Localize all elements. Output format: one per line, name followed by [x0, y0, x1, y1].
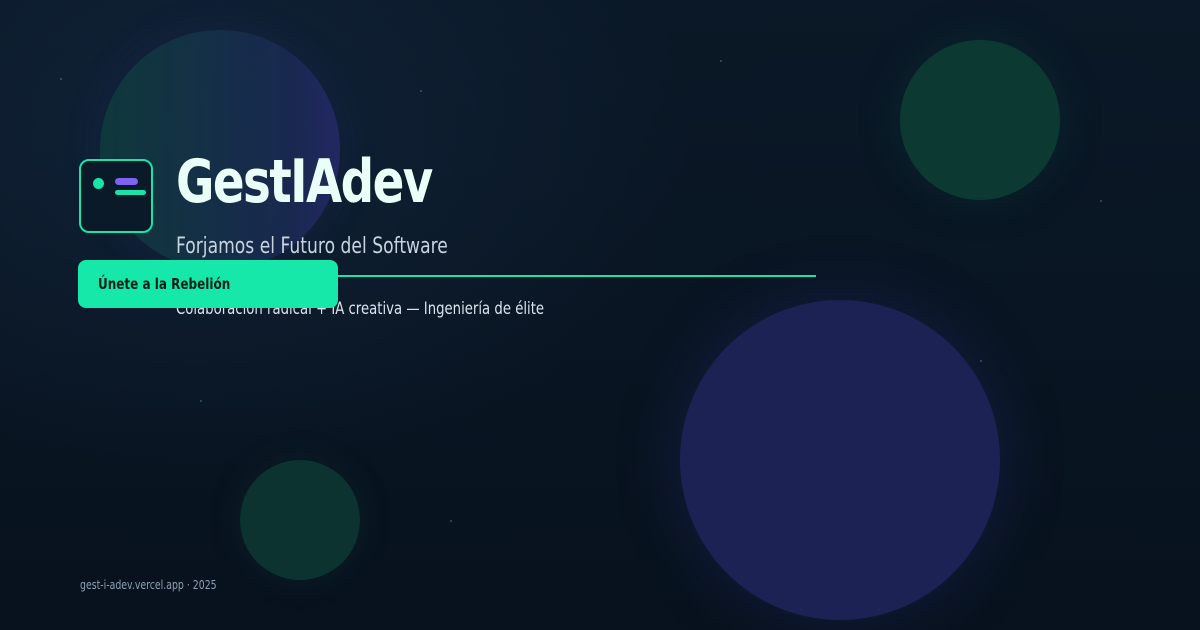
background-star	[1100, 200, 1102, 202]
app-title: GestIAdev	[176, 147, 433, 217]
background-star	[420, 90, 422, 92]
background-star	[200, 400, 202, 402]
logo-bar	[115, 178, 138, 185]
logo-icon	[79, 159, 153, 233]
hero-banner: GestIAdev Forjamos el Futuro del Softwar…	[0, 0, 1200, 630]
logo-bar	[115, 190, 146, 195]
background-orb	[680, 300, 1000, 620]
background-star	[720, 60, 722, 62]
footer-url: gest-i-adev.vercel.app · 2025	[80, 578, 217, 592]
tagline: Forjamos el Futuro del Software	[176, 234, 448, 259]
logo-dot	[93, 178, 104, 189]
background-orb	[240, 460, 360, 580]
background-orb	[900, 40, 1060, 200]
background-star	[450, 520, 452, 522]
background-star	[60, 78, 62, 80]
background-star	[980, 360, 982, 362]
join-rebellion-button[interactable]: Únete a la Rebelión	[78, 260, 338, 308]
cta-label: Únete a la Rebelión	[98, 275, 231, 293]
